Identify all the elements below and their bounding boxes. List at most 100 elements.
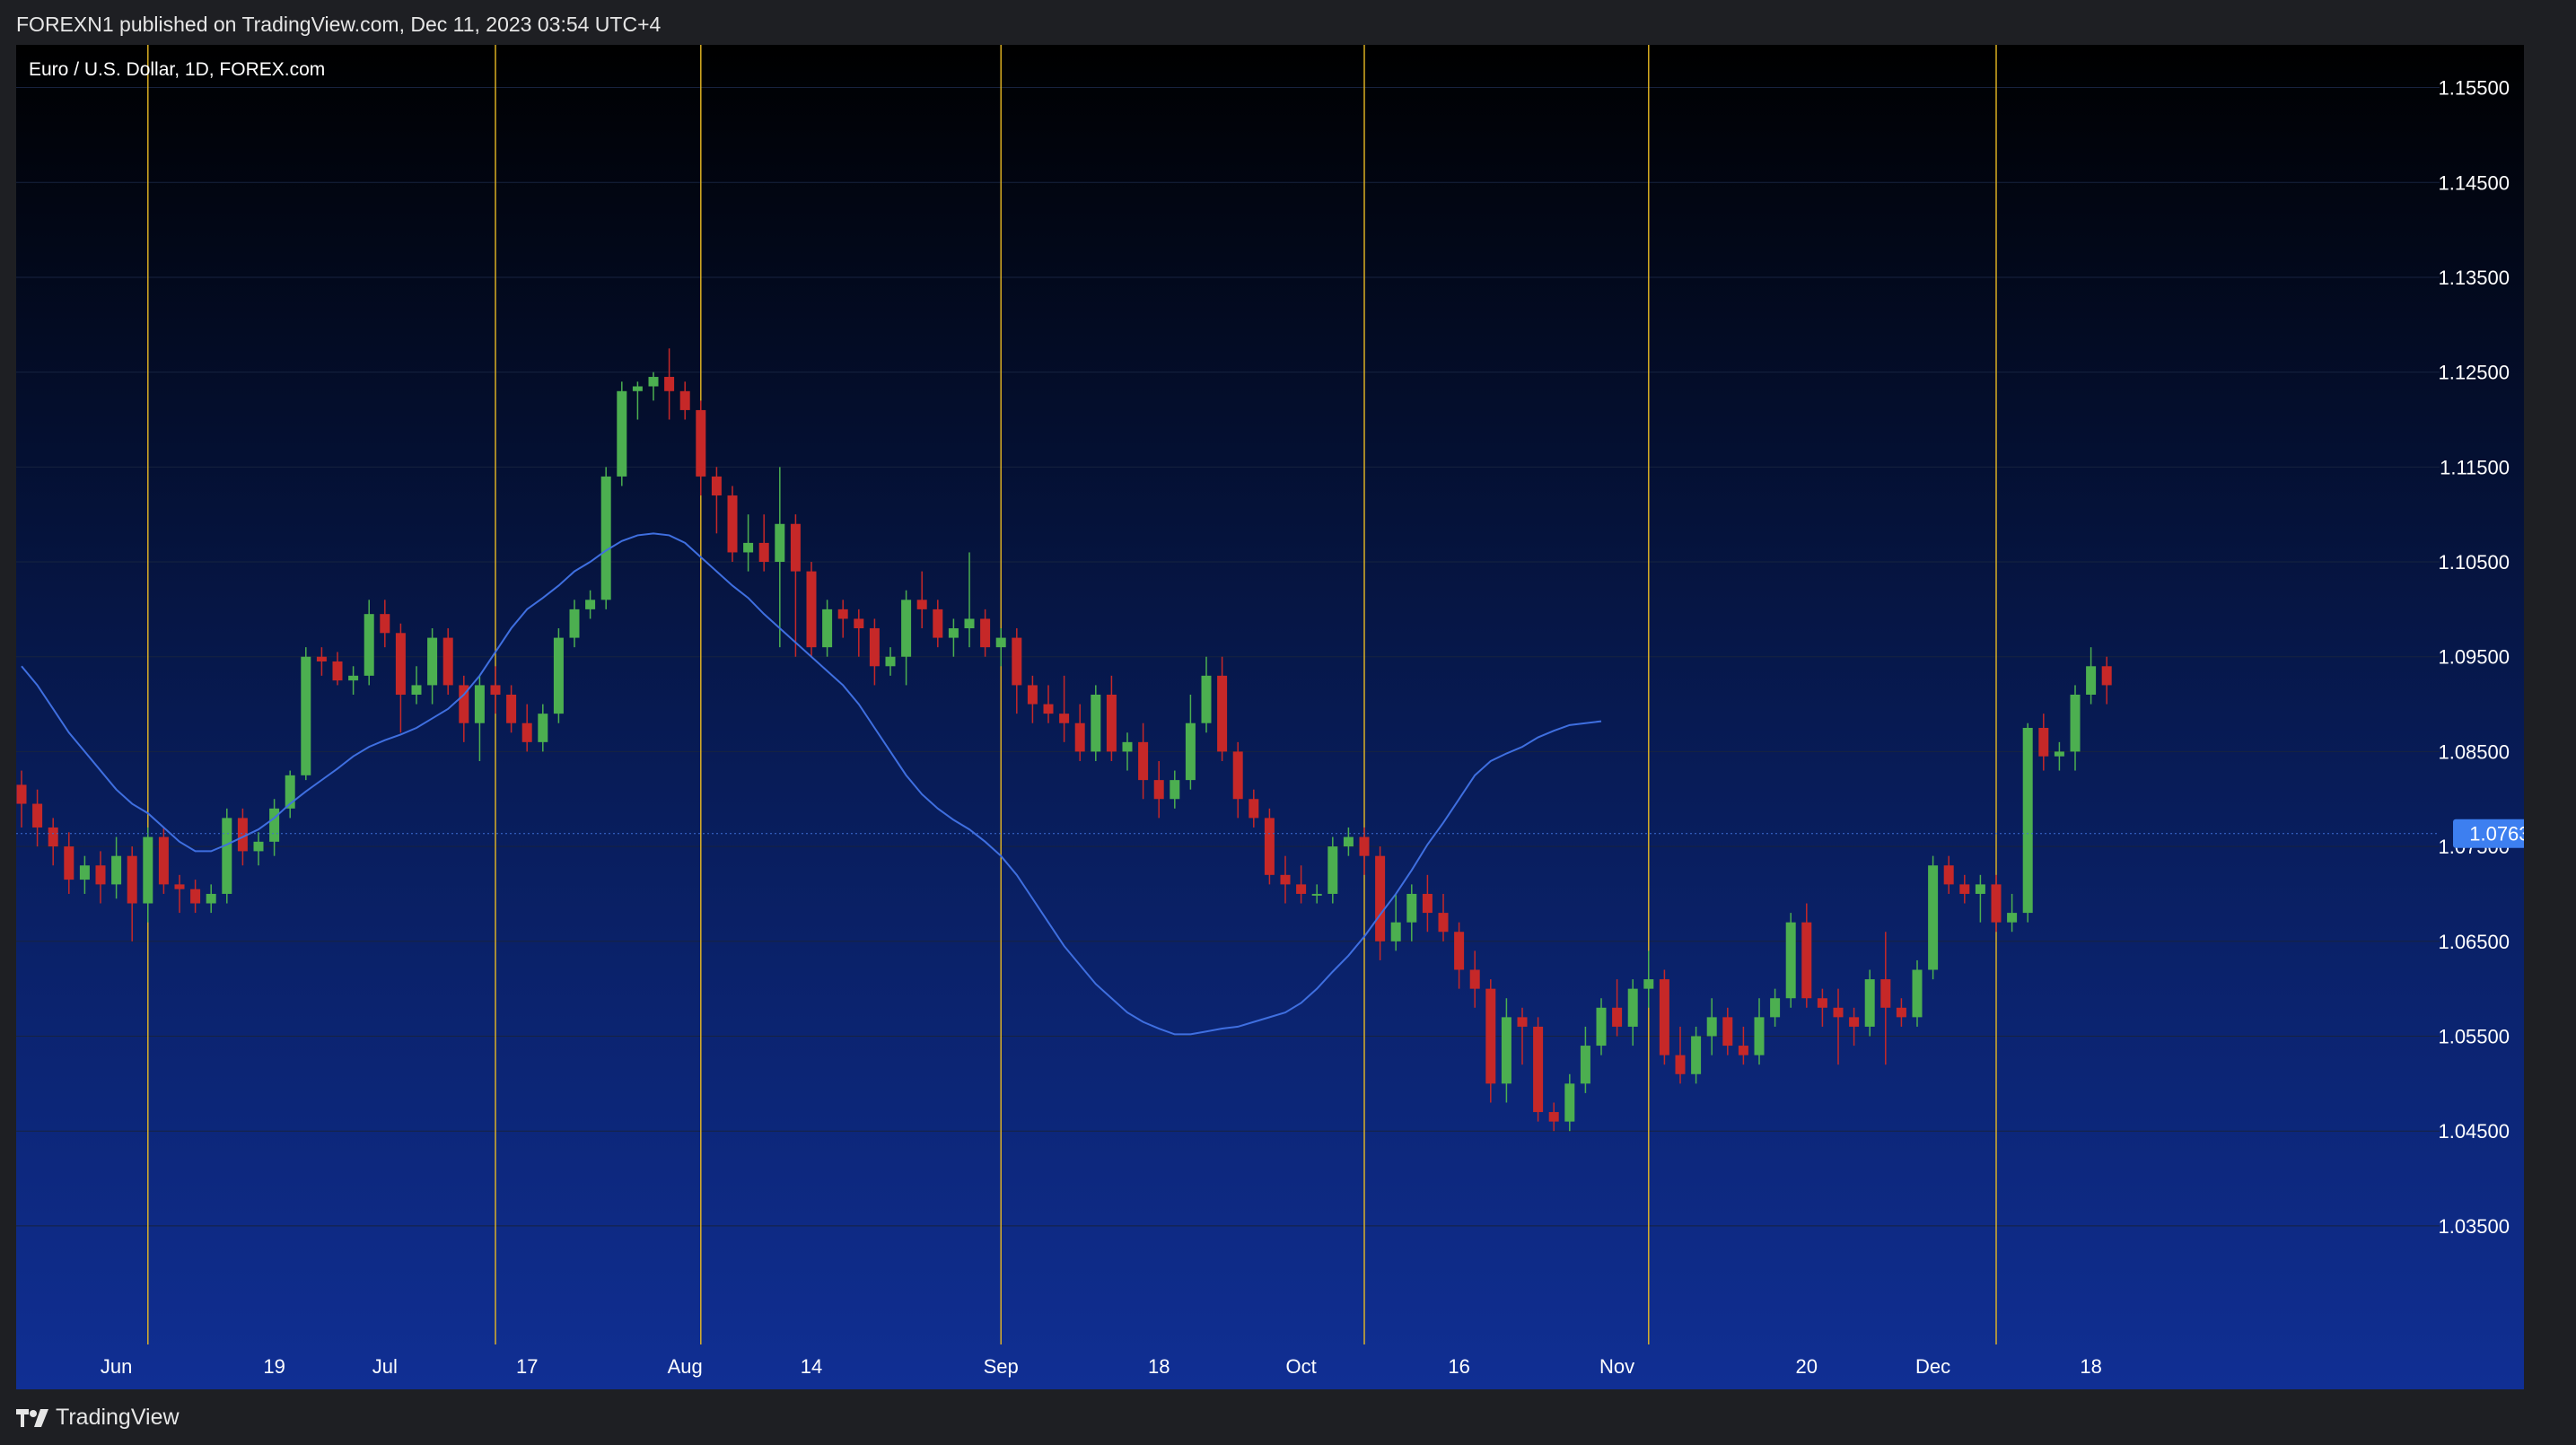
candle-body — [380, 614, 390, 634]
footer-bar — [0, 1389, 2576, 1445]
candle-body — [1612, 1007, 1623, 1027]
tradingview-label: TradingView — [56, 1405, 180, 1430]
candle-body — [442, 637, 453, 686]
price-tick-label: 1.15500 — [2438, 77, 2510, 100]
candle-body — [980, 618, 991, 648]
candle-body — [1833, 1007, 1844, 1018]
candle-body — [1991, 884, 2002, 923]
candle-body — [427, 637, 438, 686]
candle-body — [332, 661, 343, 681]
candle — [301, 647, 311, 781]
candle-body — [1012, 637, 1022, 686]
candle-body — [1864, 979, 1875, 1027]
candle-body — [806, 571, 817, 648]
candle-body — [1754, 1017, 1765, 1055]
candle-body — [1232, 751, 1243, 800]
candle-body — [790, 523, 801, 572]
candle-body — [2054, 751, 2064, 757]
candle-body — [1738, 1046, 1748, 1055]
price-tick-label: 1.06500 — [2438, 931, 2510, 953]
price-tick-label: 1.08500 — [2438, 740, 2510, 763]
price-tick-label: 1.05500 — [2438, 1025, 2510, 1047]
candle-body — [1785, 922, 1796, 999]
last-price-label: 1.07636 — [2453, 819, 2524, 848]
candle-body — [885, 656, 896, 667]
candle-body — [995, 637, 1006, 648]
candle-body — [2038, 727, 2049, 757]
candle-body — [2022, 727, 2033, 914]
candle — [158, 827, 169, 894]
candle-body — [964, 618, 975, 629]
price-tick-label: 1.09500 — [2438, 646, 2510, 669]
candle-body — [617, 390, 627, 477]
candle-body — [1659, 979, 1669, 1055]
candle-body — [1469, 969, 1480, 989]
candle-body — [1548, 1112, 1559, 1122]
candle-body — [854, 618, 864, 629]
candle-body — [1438, 913, 1449, 933]
candle-body — [569, 609, 580, 638]
time-tick-label: 19 — [263, 1355, 285, 1378]
candle-body — [79, 865, 90, 880]
candle — [727, 486, 738, 563]
candle-body — [48, 827, 58, 847]
candle — [1533, 1017, 1544, 1122]
tradingview-logo[interactable]: TradingView — [16, 1405, 180, 1431]
candle — [1928, 855, 1939, 980]
candle-body — [174, 884, 185, 889]
candle-body — [1580, 1046, 1590, 1084]
candle-body — [95, 865, 106, 885]
candle-body — [775, 523, 785, 563]
candle-body — [1880, 979, 1891, 1008]
time-tick-label: Jul — [372, 1355, 398, 1378]
time-tick-label: 16 — [1448, 1355, 1469, 1378]
candle-body — [269, 808, 280, 842]
candle — [222, 808, 232, 904]
time-tick-label: Dec — [1915, 1355, 1950, 1378]
candle — [600, 467, 611, 609]
candle-body — [1943, 865, 1954, 885]
candle-body — [1896, 1007, 1906, 1018]
candle-body — [1375, 855, 1386, 941]
symbol-title: Euro / U.S. Dollar, 1D, FOREX.com — [29, 59, 325, 80]
candle-body — [1059, 714, 1070, 723]
price-tick-label: 1.04500 — [2438, 1120, 2510, 1143]
candle-body — [2101, 666, 2112, 686]
price-tick-label: 1.13500 — [2438, 267, 2510, 289]
candle-body — [632, 386, 643, 391]
candle-body — [1627, 988, 1638, 1027]
time-tick-label: Oct — [1285, 1355, 1316, 1378]
candle-body — [1675, 1055, 1686, 1074]
candle-body — [1849, 1017, 1860, 1027]
candle-body — [143, 836, 153, 904]
candle-body — [1959, 884, 1970, 894]
chart-panel[interactable]: 1.15500 1.14500 1.13500 1.12500 1.11500 1.105… — [16, 45, 2524, 1389]
last-price-value: 1.07636 — [2469, 823, 2524, 845]
candle-body — [222, 818, 232, 894]
candle-body — [1327, 846, 1338, 894]
candle-body — [1170, 780, 1180, 800]
candle-body — [822, 609, 833, 648]
candle-body — [727, 495, 738, 553]
candle-body — [127, 855, 137, 904]
candlestick-chart[interactable]: 1.15500 1.14500 1.13500 1.12500 1.11500 1.105… — [16, 45, 2524, 1389]
time-tick-label: Sep — [984, 1355, 1019, 1378]
candle-body — [1390, 922, 1401, 941]
price-tick-label: 1.03500 — [2438, 1215, 2510, 1238]
candle-body — [1643, 979, 1654, 989]
candle-body — [490, 685, 501, 695]
candle — [1327, 836, 1338, 904]
candle-body — [32, 803, 43, 828]
candle-body — [758, 542, 769, 563]
candle-body — [1201, 675, 1212, 723]
candle-body — [1422, 893, 1433, 914]
candle-body — [1406, 893, 1417, 923]
candle-body — [1975, 884, 1985, 894]
candle — [1659, 969, 1669, 1065]
candle-body — [948, 628, 959, 638]
candle-body — [1264, 818, 1275, 875]
candle-body — [1122, 741, 1133, 752]
time-tick-label: 17 — [516, 1355, 538, 1378]
chart-background — [16, 45, 2524, 1389]
candle-body — [1501, 1017, 1511, 1084]
